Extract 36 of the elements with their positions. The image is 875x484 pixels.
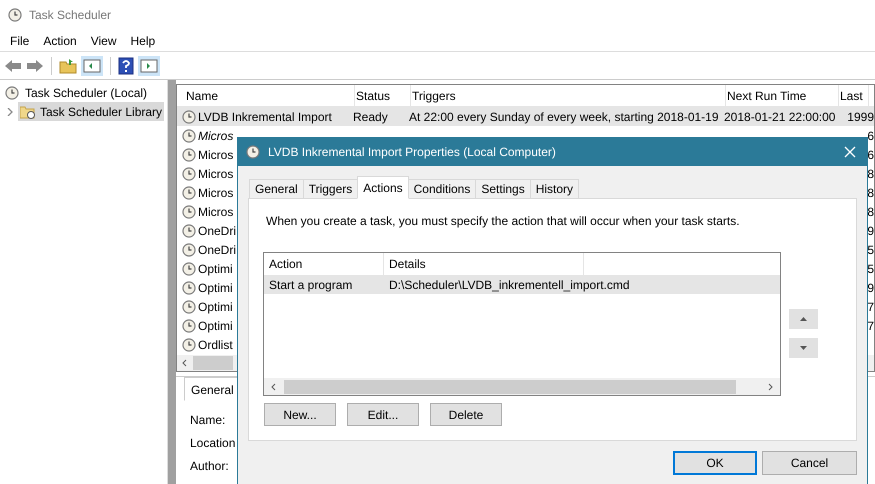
task-next-run: 2018-01-21 22:00:00 — [723, 108, 836, 126]
task-name: Optimi — [198, 260, 233, 278]
task-name: Micros — [198, 204, 234, 220]
task-last-run: 5 — [867, 260, 874, 278]
task-name: Ordlist — [198, 336, 233, 354]
task-last-run: 5 — [867, 242, 874, 258]
task-name: Optimi — [198, 318, 233, 334]
task-name: Micros — [198, 184, 234, 202]
task-name: OneDri — [198, 242, 236, 258]
field-label: Location — [190, 435, 236, 449]
task-status: Ready — [352, 108, 389, 126]
task-last-run: 8 — [867, 204, 874, 220]
dialog-title: LVDB Inkremental Import Properties (Local Computer) — [268, 144, 556, 161]
field-label: Author: — [190, 458, 229, 472]
task-last-run: 1999 — [847, 108, 874, 126]
task-last-run: 7 — [867, 318, 874, 334]
action-details: D:\Scheduler\LVDB_inkrementell_import.cmd — [388, 276, 630, 294]
task-name: Optimi — [198, 298, 233, 316]
task-name: Micros — [198, 128, 234, 144]
field-label: Name: — [190, 412, 226, 426]
action-type: Start a program — [268, 276, 354, 294]
task-last-run: 9 — [867, 222, 874, 240]
task-name: LVDB Inkremental Import — [198, 108, 332, 126]
task-last-run: 6 — [867, 146, 874, 164]
task-name: Micros — [198, 166, 234, 182]
window-title: Task Scheduler — [29, 7, 112, 24]
task-last-run: 8 — [867, 166, 874, 182]
task-name: OneDri — [198, 222, 236, 240]
task-trigger: At 22:00 every Sunday of every week, starting 2018-01-19 — [408, 108, 720, 126]
task-last-run: 7 — [867, 298, 874, 316]
task-name: Optimi — [198, 280, 233, 296]
task-name: Micros — [198, 146, 234, 164]
task-last-run: 8 — [867, 184, 874, 202]
instruction-text: When you create a task, you must specify the action that will occur when your task starts. — [266, 213, 741, 230]
task-last-run: 6 — [867, 128, 874, 144]
task-last-run: 9 — [867, 280, 874, 296]
